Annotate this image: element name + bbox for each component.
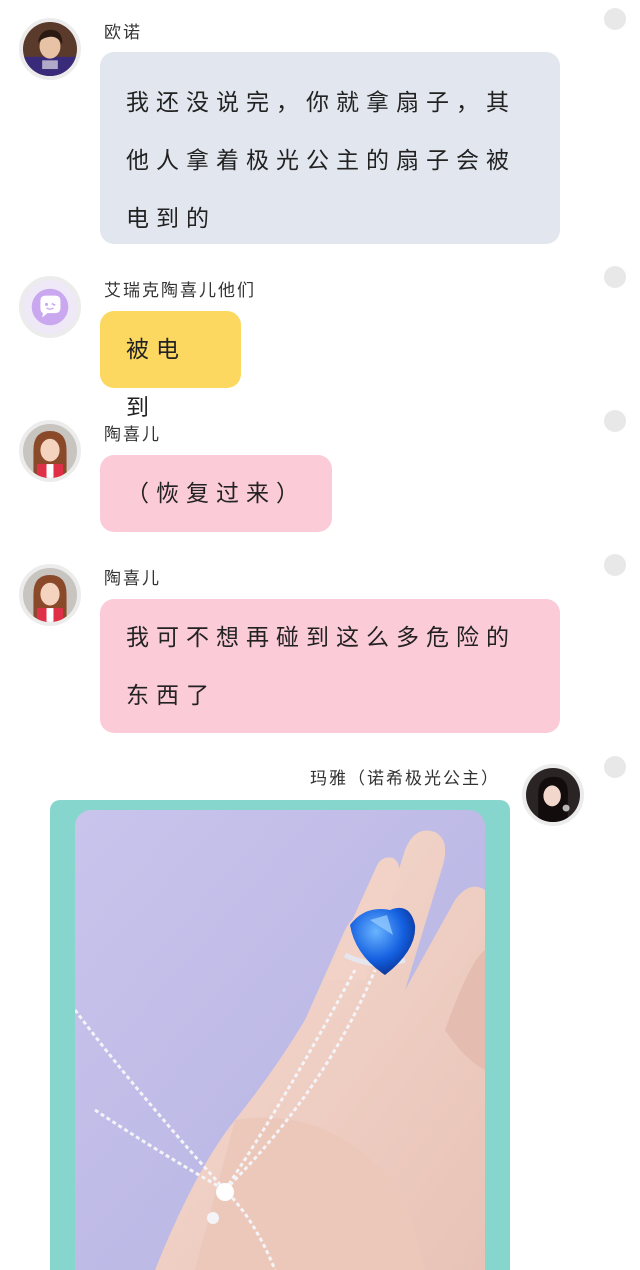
status-dot xyxy=(604,554,626,576)
sender-name: 艾瑞克陶喜儿他们 xyxy=(104,281,256,301)
avatar-taoxier[interactable] xyxy=(19,564,81,626)
message-bubble[interactable]: 我可不想再碰到这么多危险的东西了 xyxy=(100,599,560,733)
image-message-frame[interactable] xyxy=(50,800,510,1270)
girl-avatar-icon xyxy=(23,424,77,478)
status-dot xyxy=(604,410,626,432)
status-dot xyxy=(604,266,626,288)
message-bubble[interactable]: 被电到 xyxy=(100,311,241,421)
boy-avatar-icon xyxy=(23,22,77,76)
girl-avatar-icon xyxy=(23,568,77,622)
sender-name: 陶喜儿 xyxy=(104,569,161,589)
hand-ring-photo[interactable] xyxy=(75,810,485,1270)
avatar-group[interactable] xyxy=(19,276,81,338)
status-dot xyxy=(604,8,626,30)
status-dot xyxy=(604,756,626,778)
sender-name: 欧诺 xyxy=(104,23,142,43)
avatar-taoxier[interactable] xyxy=(19,420,81,482)
chat-bubble-icon xyxy=(23,280,77,334)
sender-name: 玛雅（诺希极光公主） xyxy=(310,769,500,789)
hand-ring-image xyxy=(75,810,485,1270)
avatar-maya[interactable] xyxy=(522,764,584,826)
sender-name: 陶喜儿 xyxy=(104,425,161,445)
message-bubble[interactable]: 我还没说完，你就拿扇子，其他人拿着极光公主的扇子会被电到的 xyxy=(100,52,560,244)
avatar-ounuo[interactable] xyxy=(19,18,81,80)
woman-avatar-icon xyxy=(526,768,580,822)
message-bubble[interactable]: （恢复过来） xyxy=(100,455,332,532)
